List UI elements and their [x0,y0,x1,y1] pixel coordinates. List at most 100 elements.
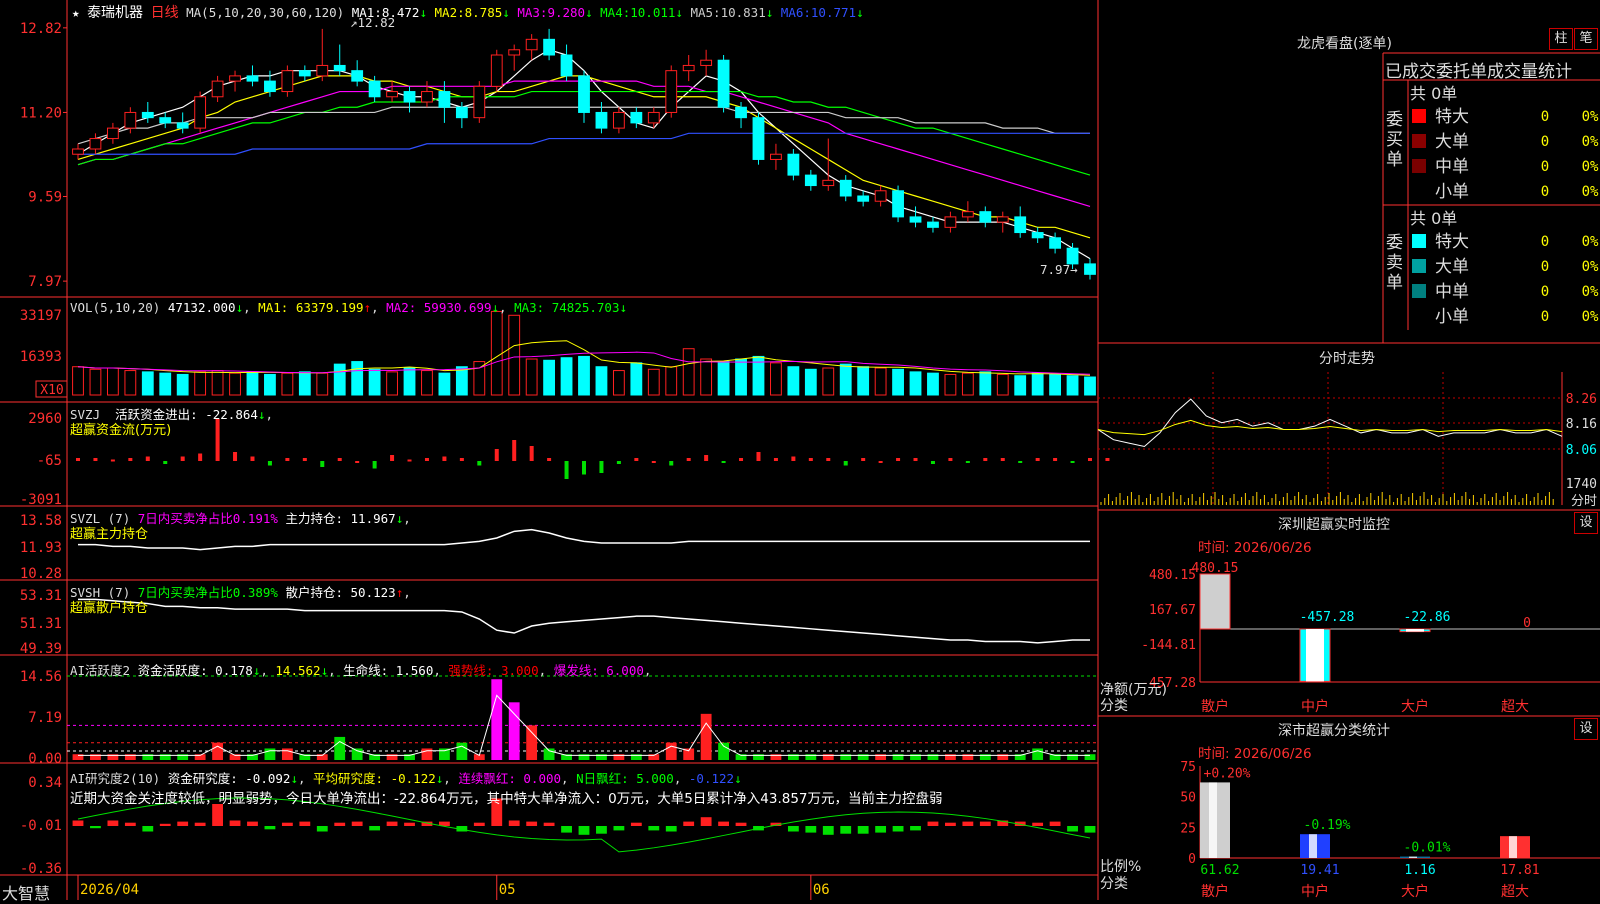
research-bar [630,822,642,826]
volume-bar [961,372,974,396]
candle [455,106,468,119]
volume-bar [1014,375,1027,396]
buy-row-label: 大单 [1435,132,1469,152]
monitor-settings-button[interactable]: 设 [1574,512,1598,534]
sell-row-swatch [1412,234,1426,248]
buy-row-pct: 0% [1582,159,1599,175]
candle [368,80,381,98]
activity-bar [351,748,363,760]
svsh-subtitle: 超赢散户持仓 [70,601,149,616]
star-icon[interactable]: ★ [72,5,80,20]
y-tick-label: 13.58 [20,513,62,529]
activity-bar [665,742,677,760]
volume-bar [246,371,259,396]
dragon-tabs[interactable]: 已成交委托单成交量统计 [1385,57,1572,82]
bar-value-label: -457.28 [1300,610,1355,625]
flow-bar [791,456,796,461]
research-bar [875,826,887,833]
flow-bar [843,461,848,466]
volume-bar [543,359,556,396]
candle [961,211,974,218]
volume-bar [944,373,957,396]
y-tick-label: 分时 [1571,494,1597,509]
activity-bar [421,748,433,760]
sell-row-swatch [1412,259,1426,273]
candle [141,111,154,119]
volume-bar [386,371,398,396]
bar-mode-button[interactable]: 柱 [1549,28,1573,50]
candle [804,174,817,187]
volume-bar [421,370,433,396]
flow-bar [320,461,325,467]
flow-bar [651,461,656,463]
research-bar [805,826,817,833]
y-tick-label: 8.06 [1566,443,1597,458]
y-tick-label: 14.56 [20,669,62,685]
volume-bar [770,362,782,396]
volume-bar [368,368,381,396]
flow-bar [267,461,272,466]
flow-bar [1070,461,1075,463]
x-tick-label: 散户 [1201,883,1229,900]
candle [717,59,730,108]
research-bar [229,820,241,826]
ma6-line [78,132,1090,155]
activity-bar [334,736,346,760]
activity-bar [264,748,276,760]
research-bar [857,826,869,834]
research-bar [822,826,834,835]
flow-bar [896,458,901,461]
research-bar [787,826,799,832]
volume-bar [595,366,608,396]
x-tick-label: 大户 [1401,698,1429,715]
buy-row-swatch [1412,159,1426,173]
y-tick-label: 16393 [20,349,62,365]
tick-mode-button[interactable]: 笔 [1574,28,1598,50]
bar-value-label: 480.15 [1192,561,1239,576]
buy-total: 共 0单 [1410,84,1458,103]
flow-bar [285,458,290,461]
sell-row-pct: 0% [1582,309,1599,325]
research-bar [177,821,189,826]
volume-bar [909,371,922,396]
flow-bar [616,461,621,464]
volume-bar [927,372,939,396]
volume-bar [979,371,992,396]
activity-bar [212,742,223,760]
volume-bar [316,372,329,396]
candle [665,70,678,113]
sell-row-count: 0 [1541,234,1549,250]
volume-bar [857,366,870,396]
stats-settings-button[interactable]: 设 [1574,718,1598,740]
activity-bar [491,679,503,760]
sell-row-pct: 0% [1582,284,1599,300]
candle [1014,216,1027,234]
flow-bar [983,458,988,461]
candle [1049,237,1062,249]
volume-bar [647,368,660,396]
volume-bar [682,348,695,396]
stock-name[interactable]: 泰瑞机器 [87,5,143,21]
y-tick-label: 25 [1180,821,1196,836]
main-header: ★ 泰瑞机器 日线 MA(5,10,20,30,60,120) MA1:8.47… [72,2,864,22]
activity-bar [456,742,468,760]
candle [909,216,922,223]
x-tick-label: 2026/04 [80,882,139,898]
flow-bar [180,456,185,461]
sell-row-pct: 0% [1582,259,1599,275]
volume-bar [1066,375,1079,396]
x-tick-label: 05 [499,882,516,898]
candle [944,216,957,228]
y-tick-label: 1740 [1566,477,1597,492]
monitor-bar-highlight [1306,629,1324,682]
y-tick-label: -0.36 [20,861,62,877]
candle [787,153,800,176]
research-bar [1067,826,1078,832]
flow-bar [1018,461,1023,463]
research-bar [299,821,311,826]
period-label[interactable]: 日线 [151,5,179,21]
activity-bar [508,702,520,760]
x-axis-label: 分类 [1100,876,1128,892]
candle [229,75,241,82]
chart-canvas[interactable]: 12.82 11.20 9.59 7.97 2026/04 05 06 33197 16393 X… [0,0,1600,900]
